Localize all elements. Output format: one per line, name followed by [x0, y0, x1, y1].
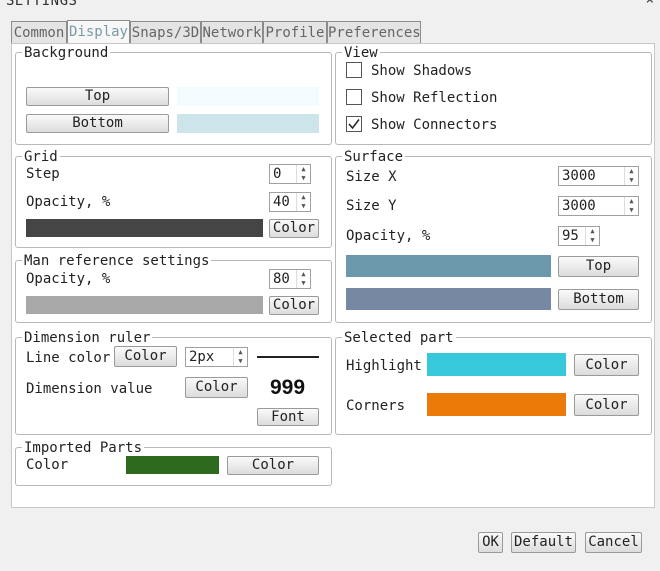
show-shadows-checkbox[interactable]	[346, 62, 362, 78]
spinner-arrows-icon[interactable]: ▲ ▼	[296, 270, 310, 288]
show-connectors-checkbox[interactable]	[346, 116, 362, 132]
background-bottom-swatch	[177, 114, 319, 133]
background-group-title: Background	[22, 45, 111, 61]
spinner-arrows-icon[interactable]: ▲ ▼	[296, 165, 310, 183]
background-top-swatch	[177, 87, 319, 106]
close-icon[interactable]: ×	[646, 0, 654, 8]
surface-opacity-label: Opacity, %	[346, 228, 431, 244]
grid-step-spinner[interactable]: 0 ▲ ▼	[269, 164, 311, 184]
ok-button[interactable]: OK	[478, 532, 503, 553]
tab-display[interactable]: Display	[67, 20, 130, 43]
spinner-arrows-icon[interactable]: ▲ ▼	[624, 197, 638, 215]
surface-size-y-value: 3000	[562, 198, 596, 214]
spinner-arrows-icon[interactable]: ▲ ▼	[296, 193, 310, 211]
corners-color-button[interactable]: Color	[574, 394, 639, 416]
man-reference-group-title: Man reference settings	[22, 253, 212, 269]
imported-color-swatch	[126, 456, 219, 474]
man-reference-opacity-label: Opacity, %	[26, 271, 111, 287]
grid-opacity-spinner[interactable]: 40 ▲ ▼	[269, 192, 311, 212]
show-reflection-label: Show Reflection	[371, 90, 498, 106]
cancel-button[interactable]: Cancel	[585, 532, 642, 553]
man-reference-color-button[interactable]: Color	[269, 296, 319, 315]
show-reflection-checkbox[interactable]	[346, 89, 362, 105]
tab-common[interactable]: Common	[11, 21, 67, 43]
font-button[interactable]: Font	[257, 408, 319, 426]
man-reference-color-swatch	[26, 296, 263, 314]
surface-group-title: Surface	[342, 149, 406, 165]
spinner-arrows-icon[interactable]: ▲ ▼	[624, 167, 638, 185]
grid-opacity-value: 40	[273, 194, 290, 210]
line-color-label: Line color	[26, 350, 111, 366]
dimension-color-button[interactable]: Color	[185, 377, 248, 398]
dimension-value-label: Dimension value	[26, 381, 153, 397]
grid-step-label: Step	[26, 166, 60, 182]
selected-part-group	[335, 337, 652, 435]
view-group-title: View	[342, 45, 380, 61]
background-bottom-button[interactable]: Bottom	[26, 114, 169, 133]
selected-part-group-title: Selected part	[342, 330, 456, 346]
imported-color-button[interactable]: Color	[227, 456, 319, 475]
man-reference-opacity-spinner[interactable]: 80 ▲ ▼	[269, 269, 311, 289]
surface-bottom-button[interactable]: Bottom	[558, 289, 639, 310]
surface-top-button[interactable]: Top	[558, 256, 639, 277]
checkmark-icon	[348, 119, 360, 130]
tab-network[interactable]: Network	[201, 21, 263, 43]
spinner-arrows-icon[interactable]: ▲ ▼	[585, 227, 599, 245]
spinner-arrows-icon[interactable]: ▲ ▼	[233, 348, 247, 366]
surface-opacity-spinner[interactable]: 95 ▲ ▼	[558, 226, 600, 246]
imported-color-label: Color	[26, 457, 69, 473]
default-button[interactable]: Default	[511, 532, 576, 553]
surface-bottom-swatch	[346, 288, 551, 310]
grid-color-swatch	[26, 219, 263, 237]
line-width-value: 2px	[189, 349, 215, 365]
grid-step-value: 0	[273, 166, 282, 182]
surface-size-y-spinner[interactable]: 3000 ▲ ▼	[558, 196, 639, 216]
background-top-button[interactable]: Top	[26, 87, 169, 106]
corners-label: Corners	[346, 398, 406, 414]
highlight-label: Highlight	[346, 358, 422, 374]
grid-group-title: Grid	[22, 149, 60, 165]
tab-profile[interactable]: Profile	[263, 21, 327, 43]
imported-parts-group-title: Imported Parts	[22, 440, 145, 456]
grid-color-button[interactable]: Color	[269, 219, 319, 238]
dimension-ruler-group-title: Dimension ruler	[22, 330, 153, 346]
line-width-spinner[interactable]: 2px ▲ ▼	[185, 347, 248, 367]
surface-size-y-label: Size Y	[346, 198, 397, 214]
man-reference-opacity-value: 80	[273, 271, 290, 287]
grid-opacity-label: Opacity, %	[26, 194, 111, 210]
show-shadows-label: Show Shadows	[371, 63, 473, 79]
line-color-button[interactable]: Color	[114, 346, 177, 367]
dimension-sample-value: 999	[270, 376, 306, 399]
surface-opacity-value: 95	[562, 228, 579, 244]
surface-size-x-spinner[interactable]: 3000 ▲ ▼	[558, 166, 639, 186]
tab-snaps-3d[interactable]: Snaps/3D	[130, 21, 201, 43]
surface-size-x-label: Size X	[346, 169, 397, 185]
window-title: SETTINGS	[6, 0, 78, 9]
title-bar: SETTINGS ×	[0, 0, 660, 10]
line-preview	[257, 356, 319, 358]
surface-size-x-value: 3000	[562, 168, 596, 184]
tab-preferences[interactable]: Preferences	[327, 21, 421, 43]
highlight-color-swatch	[427, 353, 566, 376]
show-connectors-label: Show Connectors	[371, 117, 498, 133]
corners-color-swatch	[427, 393, 566, 416]
surface-top-swatch	[346, 255, 551, 277]
highlight-color-button[interactable]: Color	[574, 354, 639, 376]
